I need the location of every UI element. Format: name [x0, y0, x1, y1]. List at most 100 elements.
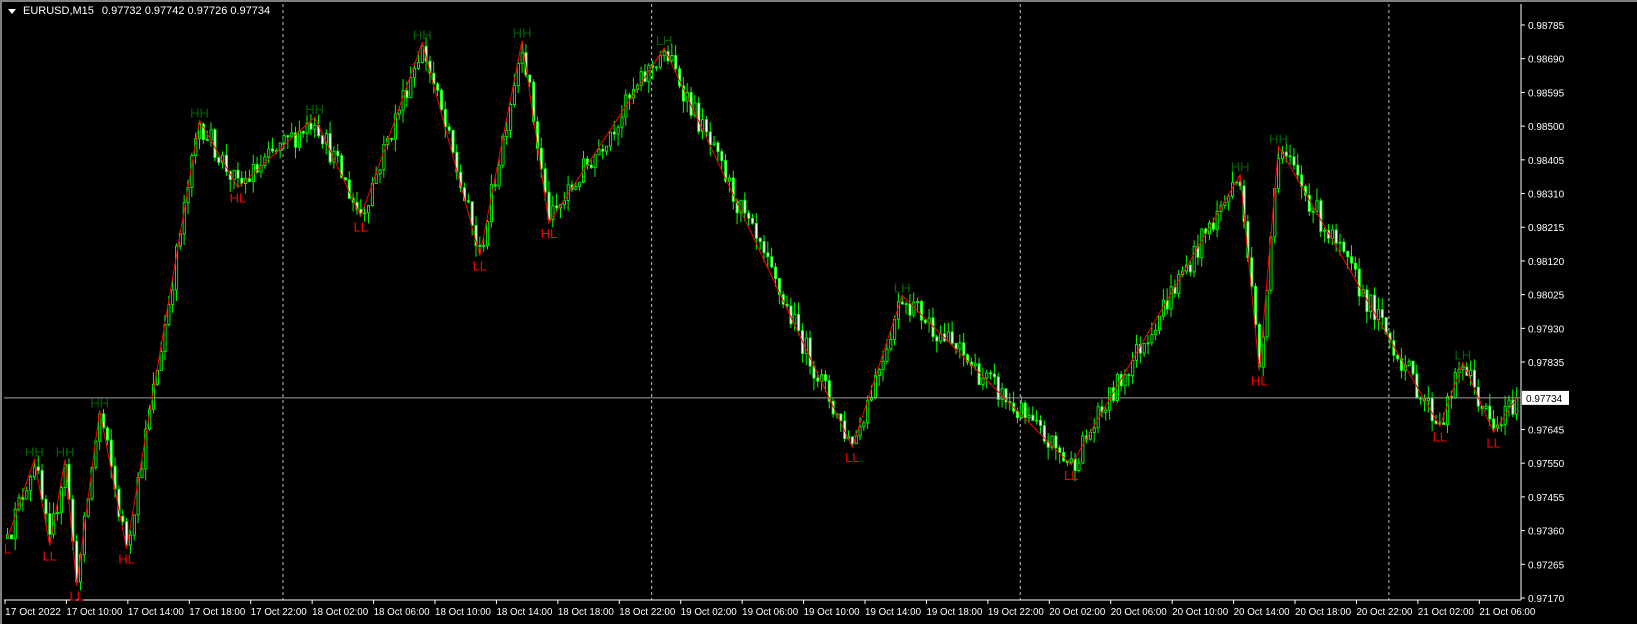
- candle-body: [992, 373, 997, 378]
- candle-body: [486, 221, 490, 247]
- candle-body: [132, 514, 136, 536]
- dropdown-triangle-icon[interactable]: [8, 8, 16, 14]
- candle-body: [754, 222, 758, 239]
- candle-body: [420, 45, 424, 64]
- candle-body: [451, 129, 455, 153]
- time-tick-label: 18 Oct 18:00: [558, 607, 614, 618]
- candle-body: [1469, 369, 1473, 376]
- candle-body: [1142, 343, 1146, 354]
- candle-body: [1353, 262, 1357, 270]
- time-tick-label: 20 Oct 18:00: [1295, 607, 1351, 618]
- candle-body: [390, 137, 394, 140]
- candle-body: [751, 217, 755, 224]
- candle-body: [1177, 274, 1181, 294]
- symbol-label: EURUSD,M15: [23, 5, 94, 17]
- candle-body: [205, 139, 209, 141]
- candle-body: [697, 102, 701, 132]
- candle-body: [493, 184, 497, 187]
- zigzag-label-l: L: [4, 541, 11, 556]
- candle-body: [674, 55, 678, 70]
- candle-body: [1346, 250, 1350, 258]
- candle-body: [900, 301, 904, 305]
- candle-body: [712, 142, 716, 146]
- candle-body: [885, 348, 889, 362]
- price-tick-label: 0.97455: [1528, 493, 1565, 504]
- candle-body: [509, 104, 513, 131]
- zigzag-label-hh: HH: [56, 445, 75, 460]
- candle-body: [916, 301, 920, 303]
- time-tick-label: 19 Oct 22:00: [988, 607, 1044, 618]
- candle-body: [605, 145, 609, 152]
- candle-body: [808, 337, 812, 367]
- candle-body: [1188, 264, 1192, 273]
- candle-body: [359, 208, 363, 214]
- candle-body: [962, 342, 966, 356]
- candle-body: [44, 498, 48, 515]
- zigzag-label-hh: HH: [413, 28, 432, 43]
- candle-body: [670, 55, 674, 62]
- price-chart[interactable]: 0.98785 0.98690 0.98595 0.98500 0.98405 0.983…: [0, 0, 1637, 624]
- time-tick-label: 20 Oct 02:00: [1049, 607, 1105, 618]
- candle-body: [32, 466, 37, 478]
- chart-header: EURUSD,M15 0.97732 0.97742 0.97726 0.977…: [8, 5, 270, 17]
- zigzag-label-hl: HL: [541, 226, 558, 241]
- candle-body: [1081, 435, 1085, 464]
- zigzag-label-ll: LL: [43, 548, 57, 563]
- time-tick-label: 17 Oct 2022: [5, 607, 61, 618]
- candle-body: [597, 148, 601, 156]
- candle-body: [128, 534, 133, 546]
- candle-body: [528, 74, 532, 83]
- candle-body: [1027, 414, 1031, 419]
- candle-body: [628, 94, 632, 99]
- candle-body: [282, 135, 286, 144]
- candle-body: [616, 126, 620, 135]
- time-tick-label: 17 Oct 14:00: [128, 607, 184, 618]
- candle-body: [159, 350, 163, 371]
- candle-body: [40, 469, 44, 500]
- zigzag-label-hh: HH: [305, 102, 324, 117]
- candle-body: [140, 468, 144, 479]
- candle-body: [1472, 369, 1477, 388]
- price-tick-label: 0.98025: [1528, 291, 1565, 302]
- candle-body: [1292, 156, 1296, 166]
- candle-body: [1323, 229, 1327, 232]
- candle-body: [850, 436, 854, 445]
- candle-body: [823, 374, 828, 382]
- candle-body: [1446, 395, 1450, 426]
- time-tick-label: 20 Oct 22:00: [1356, 607, 1412, 618]
- candle-body: [889, 338, 893, 350]
- candle-body: [1315, 200, 1319, 212]
- zigzag-label-ll: LL: [1486, 435, 1500, 450]
- candle-body: [904, 303, 908, 306]
- candle-body: [209, 129, 213, 141]
- candle-body: [1031, 414, 1035, 421]
- candle-body: [1158, 315, 1162, 331]
- time-tick-label: 20 Oct 14:00: [1234, 607, 1290, 618]
- candle-body: [935, 336, 939, 342]
- candle-body: [716, 142, 720, 153]
- candle-body: [21, 497, 25, 500]
- time-tick-label: 18 Oct 10:00: [435, 607, 491, 618]
- candle-body: [1265, 289, 1269, 338]
- candle-body: [785, 303, 789, 307]
- current-price-label: 0.97734: [1526, 394, 1563, 405]
- candle-body: [555, 205, 559, 209]
- time-tick-label: 17 Oct 22:00: [251, 607, 307, 618]
- candle-body: [520, 52, 524, 64]
- time-tick-label: 19 Oct 14:00: [865, 607, 921, 618]
- candle-body: [105, 427, 109, 441]
- candle-body: [985, 372, 989, 379]
- price-tick-label: 0.97835: [1528, 358, 1565, 369]
- time-tick-label: 18 Oct 22:00: [619, 607, 675, 618]
- candle-body: [55, 511, 60, 514]
- candle-body: [378, 169, 382, 175]
- candle-body: [343, 177, 348, 181]
- candle-body: [1373, 294, 1377, 321]
- candle-body: [620, 116, 624, 128]
- candle-body: [1277, 158, 1281, 189]
- candle-body: [336, 150, 340, 156]
- candle-body: [1127, 374, 1131, 377]
- candle-body: [1484, 405, 1488, 410]
- candle-body: [1039, 419, 1043, 426]
- candle-body: [862, 422, 866, 428]
